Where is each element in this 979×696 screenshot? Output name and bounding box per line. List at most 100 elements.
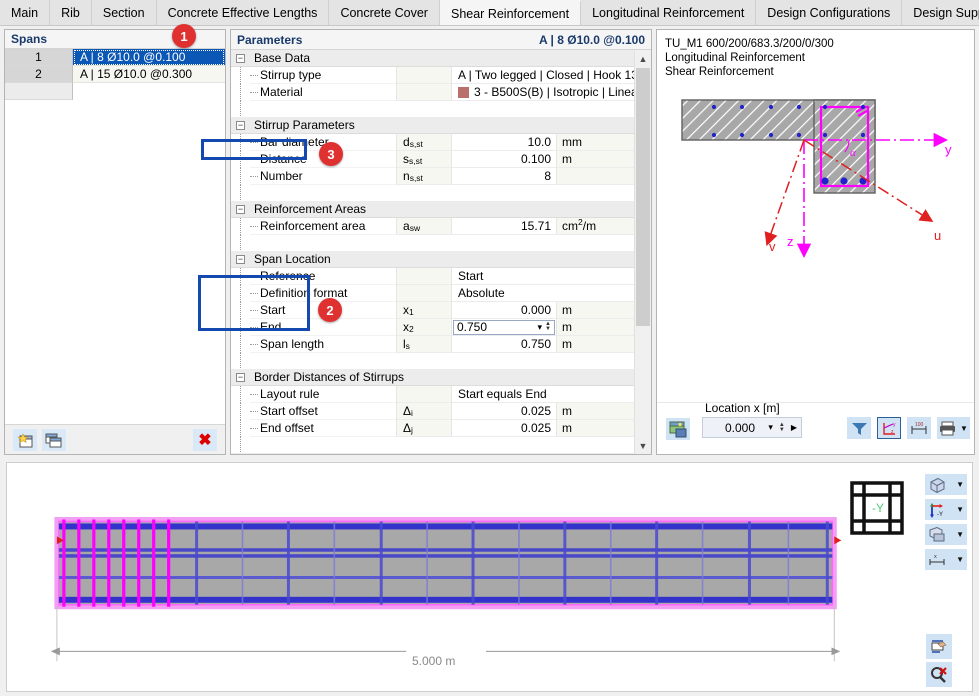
tab-shear-reinforcement[interactable]: Shear Reinforcement xyxy=(440,0,581,25)
param-value[interactable]: Start xyxy=(451,268,635,285)
tab-label: Shear Reinforcement xyxy=(451,7,569,21)
collapse-icon[interactable]: − xyxy=(231,121,250,130)
param-row-end-offset[interactable]: End offset Δj 0.025 m xyxy=(231,420,635,437)
span-start-input[interactable]: 0.000 xyxy=(451,302,556,319)
copy-span-button[interactable] xyxy=(42,429,66,451)
scrollbar-thumb[interactable] xyxy=(636,68,650,326)
axis-gizmo[interactable]: -Y xyxy=(849,480,905,536)
span-end-input[interactable]: 0.750 ▾ ▲▼ xyxy=(453,320,555,335)
tab-main[interactable]: Main xyxy=(0,0,50,25)
param-row-definition-format[interactable]: Definition format Absolute xyxy=(231,285,635,302)
render-mode-button[interactable]: ▼ xyxy=(925,524,967,545)
tab-rib[interactable]: Rib xyxy=(50,0,92,25)
zoom-cancel-button[interactable] xyxy=(926,662,952,687)
span-end-value: 0.750 xyxy=(454,320,487,334)
param-value[interactable]: Start equals End xyxy=(451,386,635,403)
param-row-reference[interactable]: Reference Start xyxy=(231,268,635,285)
view-axes-button[interactable]: -Y ▼ xyxy=(925,499,967,520)
tab-design-configurations[interactable]: Design Configurations xyxy=(756,0,902,25)
param-row-layout-rule[interactable]: Layout rule Start equals End xyxy=(231,386,635,403)
dimension-button[interactable]: x ▼ xyxy=(925,549,967,570)
view-3d-button[interactable]: ▼ xyxy=(925,474,967,495)
section-canvas[interactable]: y z u v α xyxy=(657,79,974,402)
stirrup-distance-input[interactable]: 0.100 xyxy=(451,151,556,168)
collapse-icon[interactable]: − xyxy=(231,255,250,264)
dimension-button[interactable]: 100 xyxy=(907,417,931,439)
tab-label: Design Supports & xyxy=(913,6,979,20)
chevron-down-icon[interactable]: ▼ xyxy=(960,424,968,433)
param-row-end[interactable]: End x2 0.750 ▾ ▲▼ m xyxy=(231,319,635,336)
chevron-down-icon[interactable]: ▼ xyxy=(956,480,964,489)
chevron-down-icon[interactable]: ▼ xyxy=(956,530,964,539)
scroll-down-icon[interactable]: ▼ xyxy=(635,437,651,454)
param-value[interactable]: Absolute xyxy=(451,285,635,302)
symbol-base: n xyxy=(403,169,410,183)
group-header-span-location[interactable]: − Span Location xyxy=(231,251,635,268)
group-header-information[interactable]: − Information xyxy=(231,453,635,454)
collapse-icon[interactable]: − xyxy=(231,205,250,214)
scroll-up-icon[interactable]: ▲ xyxy=(635,50,651,67)
chevron-down-icon[interactable]: ▾ xyxy=(768,422,773,433)
group-header-stirrup-parameters[interactable]: − Stirrup Parameters xyxy=(231,117,635,134)
delete-span-button[interactable]: ✖ xyxy=(193,429,217,451)
param-symbol: ss,st xyxy=(396,151,451,168)
param-row-material[interactable]: Material 3 - B500S(B) | Isotropic | Line… xyxy=(231,84,635,101)
param-value[interactable]: 8 xyxy=(451,168,556,185)
param-row-span-length[interactable]: Span length ls 0.750 m xyxy=(231,336,635,353)
param-symbol xyxy=(396,285,451,302)
collapse-icon[interactable]: − xyxy=(231,54,250,63)
spinner-icon[interactable]: ▲▼ xyxy=(779,423,785,433)
tab-concrete-effective-lengths[interactable]: Concrete Effective Lengths xyxy=(157,0,330,25)
table-row-empty[interactable] xyxy=(5,83,225,100)
table-row[interactable]: 2 A | 15 Ø10.0 @0.300 xyxy=(5,66,225,83)
tree-indent xyxy=(231,353,250,368)
symbol-sub: 2 xyxy=(409,324,414,334)
symbol-sub: s,st xyxy=(410,139,423,149)
span-value[interactable]: A | 15 Ø10.0 @0.300 xyxy=(73,66,225,83)
local-axes-button[interactable]: y z xyxy=(877,417,901,439)
spinner-icon[interactable]: ▲▼ xyxy=(545,322,551,332)
collapse-icon[interactable]: − xyxy=(231,373,250,382)
new-span-button[interactable] xyxy=(13,429,37,451)
group-header-border-distances[interactable]: − Border Distances of Stirrups xyxy=(231,369,635,386)
chevron-down-icon[interactable]: ▾ xyxy=(538,322,543,333)
callout-1: 1 xyxy=(172,24,196,48)
param-row-distance[interactable]: Distance ss,st 0.100 m xyxy=(231,151,635,168)
parameters-scrollbar[interactable]: ▲ ▼ xyxy=(634,50,651,454)
param-row-bar-diameter[interactable]: Bar diameter ds,st 10.0 mm xyxy=(231,134,635,151)
location-x-combo[interactable]: 0.000 ▾ ▲▼ ▶ xyxy=(702,417,802,438)
tab-bar: Main Rib Section Concrete Effective Leng… xyxy=(0,0,979,26)
chevron-down-icon[interactable]: ▼ xyxy=(956,505,964,514)
beam-elevation-view[interactable]: 5.000 m xyxy=(6,462,973,692)
parameters-body: − Base Data Stirrup type A | Two legged … xyxy=(231,50,651,454)
next-arrow-icon[interactable]: ▶ xyxy=(791,423,797,432)
table-row[interactable]: 1 A | 8 Ø10.0 @0.100 xyxy=(5,49,225,66)
param-value[interactable]: 3 - B500S(B) | Isotropic | Linear ... xyxy=(451,84,635,101)
group-header-base-data[interactable]: − Base Data xyxy=(231,50,635,67)
param-value[interactable]: 10.0 xyxy=(451,134,556,151)
param-row-start-offset[interactable]: Start offset Δi 0.025 m xyxy=(231,403,635,420)
group-spacer xyxy=(231,437,635,453)
span-value[interactable]: A | 8 Ø10.0 @0.100 xyxy=(73,49,225,66)
layers-button[interactable] xyxy=(926,634,952,659)
param-label: Reinforcement area xyxy=(250,218,396,235)
param-row-reinforcement-area[interactable]: Reinforcement area asw 15.71 cm2/m xyxy=(231,218,635,235)
tree-indent xyxy=(231,403,250,420)
filter-button[interactable] xyxy=(847,417,871,439)
tab-longitudinal-reinforcement[interactable]: Longitudinal Reinforcement xyxy=(581,0,756,25)
tab-design-supports[interactable]: Design Supports & xyxy=(902,0,979,25)
span-value-empty[interactable] xyxy=(73,83,225,100)
param-row-number[interactable]: Number ns,st 8 xyxy=(231,168,635,185)
param-value[interactable]: 0.025 xyxy=(451,403,556,420)
print-button[interactable]: ▼ xyxy=(937,417,970,439)
param-row-stirrup-type[interactable]: Stirrup type A | Two legged | Closed | H… xyxy=(231,67,635,84)
render-image-button[interactable] xyxy=(666,418,690,440)
param-value[interactable]: A | Two legged | Closed | Hook 135° xyxy=(451,67,635,84)
group-header-reinforcement-areas[interactable]: − Reinforcement Areas xyxy=(231,201,635,218)
chevron-down-icon[interactable]: ▼ xyxy=(956,555,964,564)
param-row-start[interactable]: Start x1 0.000 m xyxy=(231,302,635,319)
tab-concrete-cover[interactable]: Concrete Cover xyxy=(329,0,440,25)
tab-section[interactable]: Section xyxy=(92,0,157,25)
param-value[interactable]: 0.025 xyxy=(451,420,556,437)
tree-indent xyxy=(231,268,250,285)
